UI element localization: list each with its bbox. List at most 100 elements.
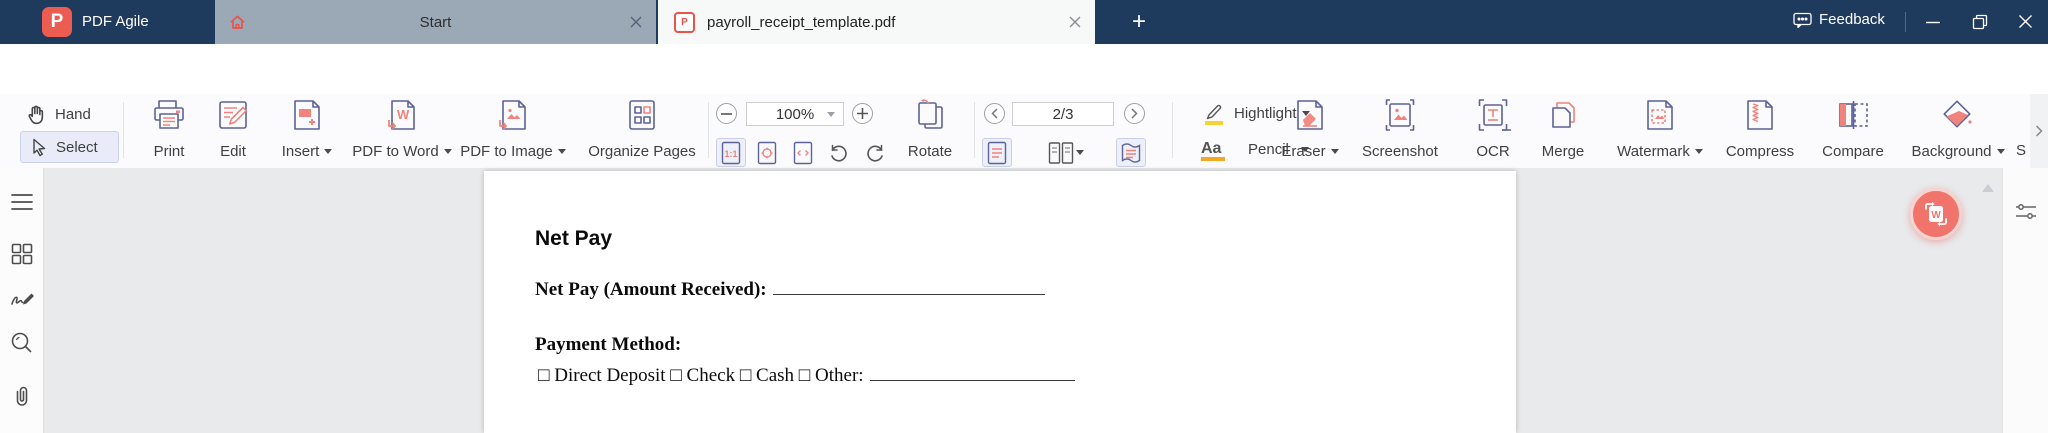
- svg-text:W: W: [397, 107, 410, 122]
- background-button[interactable]: Background: [1905, 98, 2011, 162]
- hand-label: Hand: [55, 105, 91, 123]
- print-icon: [151, 98, 187, 132]
- previous-page-button[interactable]: [984, 103, 1005, 124]
- app-logo: P: [42, 7, 72, 37]
- eraser-label: Eraser: [1281, 143, 1339, 160]
- watermark-button[interactable]: Watermark: [1610, 98, 1710, 162]
- zoom-in-button[interactable]: [852, 103, 873, 124]
- doc-payment-method-heading: Payment Method:: [535, 334, 682, 355]
- tab-start-close-icon[interactable]: [630, 16, 642, 28]
- search-panel-icon[interactable]: [10, 331, 34, 355]
- organize-pages-button[interactable]: Organize Pages: [582, 98, 702, 162]
- close-window-icon[interactable]: [2018, 14, 2033, 29]
- dropdown-arrow-icon[interactable]: [827, 111, 835, 117]
- single-page-view-button[interactable]: [982, 138, 1012, 167]
- doc-heading: Net Pay: [535, 227, 613, 250]
- aa-icon-text: Aa: [1201, 140, 1222, 157]
- actual-size-button[interactable]: 1:1: [716, 138, 746, 167]
- select-tool[interactable]: Select: [20, 131, 119, 163]
- pdf-page[interactable]: Net Pay Net Pay (Amount Received): Payme…: [484, 171, 1516, 433]
- one-to-one-icon-text: 1:1: [725, 149, 738, 159]
- minimize-icon[interactable]: [1925, 21, 1941, 24]
- print-button[interactable]: Print: [139, 98, 199, 162]
- insert-button[interactable]: Insert: [272, 98, 342, 162]
- compress-label: Compress: [1725, 143, 1795, 160]
- thumbnails-panel-icon[interactable]: [10, 192, 34, 212]
- zoom-level-value: 100%: [775, 105, 815, 123]
- properties-sliders-icon[interactable]: [2015, 202, 2037, 222]
- new-tab-button[interactable]: +: [1132, 10, 1146, 34]
- rotate-label: Rotate: [907, 143, 953, 160]
- separator: [974, 102, 975, 158]
- zoom-out-button[interactable]: [716, 103, 737, 124]
- app-logo-letter: P: [50, 11, 64, 32]
- scrolling-view-button[interactable]: [1116, 138, 1146, 167]
- select-label: Select: [56, 138, 98, 156]
- hand-tool[interactable]: Hand: [25, 102, 91, 126]
- tab-start-label: Start: [419, 13, 452, 31]
- insert-label: Insert: [282, 143, 333, 160]
- dropdown-arrow-icon: [1330, 149, 1339, 154]
- ribbon-overflow-button[interactable]: [2030, 94, 2048, 168]
- screenshot-icon: [1382, 98, 1418, 132]
- scroll-up-arrow-icon[interactable]: [1982, 184, 1994, 192]
- restore-window-icon[interactable]: [1972, 14, 1988, 30]
- tab-document[interactable]: P payroll_receipt_template.pdf: [658, 0, 1095, 44]
- edit-label: Edit: [220, 143, 246, 160]
- tab-start[interactable]: Start: [215, 0, 656, 44]
- title-bar: P PDF Agile Start P payroll_receipt_temp…: [0, 0, 2048, 44]
- rotate-icon: [912, 98, 948, 132]
- content-area: Net Pay Net Pay (Amount Received): Payme…: [0, 168, 2048, 433]
- ocr-button[interactable]: OCR: [1463, 98, 1523, 162]
- two-page-view-button[interactable]: [1044, 138, 1088, 167]
- separator: [1172, 102, 1173, 158]
- dropdown-arrow-icon: [1996, 149, 2005, 154]
- background-label: Background: [1911, 143, 2005, 160]
- text-style-icon: Aa: [1200, 136, 1228, 162]
- feedback-label: Feedback: [1819, 11, 1885, 28]
- compare-button[interactable]: Compare: [1813, 98, 1893, 162]
- screenshot-button[interactable]: Screenshot: [1352, 98, 1448, 162]
- compress-button[interactable]: Compress: [1718, 98, 1802, 162]
- pdf-agile-window: P PDF Agile Start P payroll_receipt_temp…: [0, 0, 2048, 433]
- compare-label: Compare: [1822, 143, 1884, 160]
- pdf-file-icon: P: [674, 11, 695, 33]
- eraser-button[interactable]: Eraser: [1275, 98, 1345, 162]
- pdf-to-word-label: PDF to Word: [352, 143, 452, 160]
- left-tool-rail: [0, 168, 44, 433]
- signature-panel-icon[interactable]: [10, 286, 36, 310]
- right-panel-rail: [2002, 168, 2048, 433]
- merge-button[interactable]: Merge: [1528, 98, 1598, 162]
- ocr-icon: [1475, 98, 1511, 132]
- fill-in-blank: [869, 364, 1075, 381]
- page-indicator-box[interactable]: 2/3: [1012, 102, 1114, 126]
- background-icon: [1940, 98, 1976, 132]
- edit-button[interactable]: Edit: [203, 98, 263, 162]
- fit-width-button[interactable]: [788, 138, 818, 167]
- dropdown-arrow-icon: [443, 149, 452, 154]
- feedback-button[interactable]: Feedback: [1793, 11, 1885, 28]
- next-page-button[interactable]: [1124, 103, 1145, 124]
- pdf-to-image-icon: [496, 98, 530, 132]
- rotate-ccw-button[interactable]: [824, 138, 854, 167]
- fit-page-button[interactable]: [752, 138, 782, 167]
- pdf-to-word-floating-button[interactable]: W: [1910, 188, 1962, 240]
- rotate-button[interactable]: Rotate: [902, 98, 958, 162]
- dropdown-arrow-icon[interactable]: [1076, 150, 1084, 155]
- merge-label: Merge: [1541, 143, 1585, 160]
- highlighter-icon: [1200, 100, 1226, 126]
- word-convert-icon: W: [1925, 201, 1947, 227]
- pdf-to-word-button[interactable]: W PDF to Word: [347, 98, 457, 162]
- zoom-level-box[interactable]: 100%: [746, 102, 844, 126]
- attachments-panel-icon[interactable]: [10, 384, 34, 408]
- rotate-cw-button[interactable]: [860, 138, 890, 167]
- pdf-to-image-button[interactable]: PDF to Image: [456, 98, 570, 162]
- dropdown-arrow-icon: [324, 149, 333, 154]
- bookmarks-panel-icon[interactable]: [10, 242, 34, 266]
- insert-icon: [291, 98, 323, 132]
- compare-icon: [1835, 98, 1871, 132]
- dropdown-arrow-icon: [557, 149, 566, 154]
- tab-document-close-icon[interactable]: [1069, 16, 1081, 28]
- screenshot-label: Screenshot: [1362, 143, 1438, 160]
- compress-icon: [1744, 98, 1776, 132]
